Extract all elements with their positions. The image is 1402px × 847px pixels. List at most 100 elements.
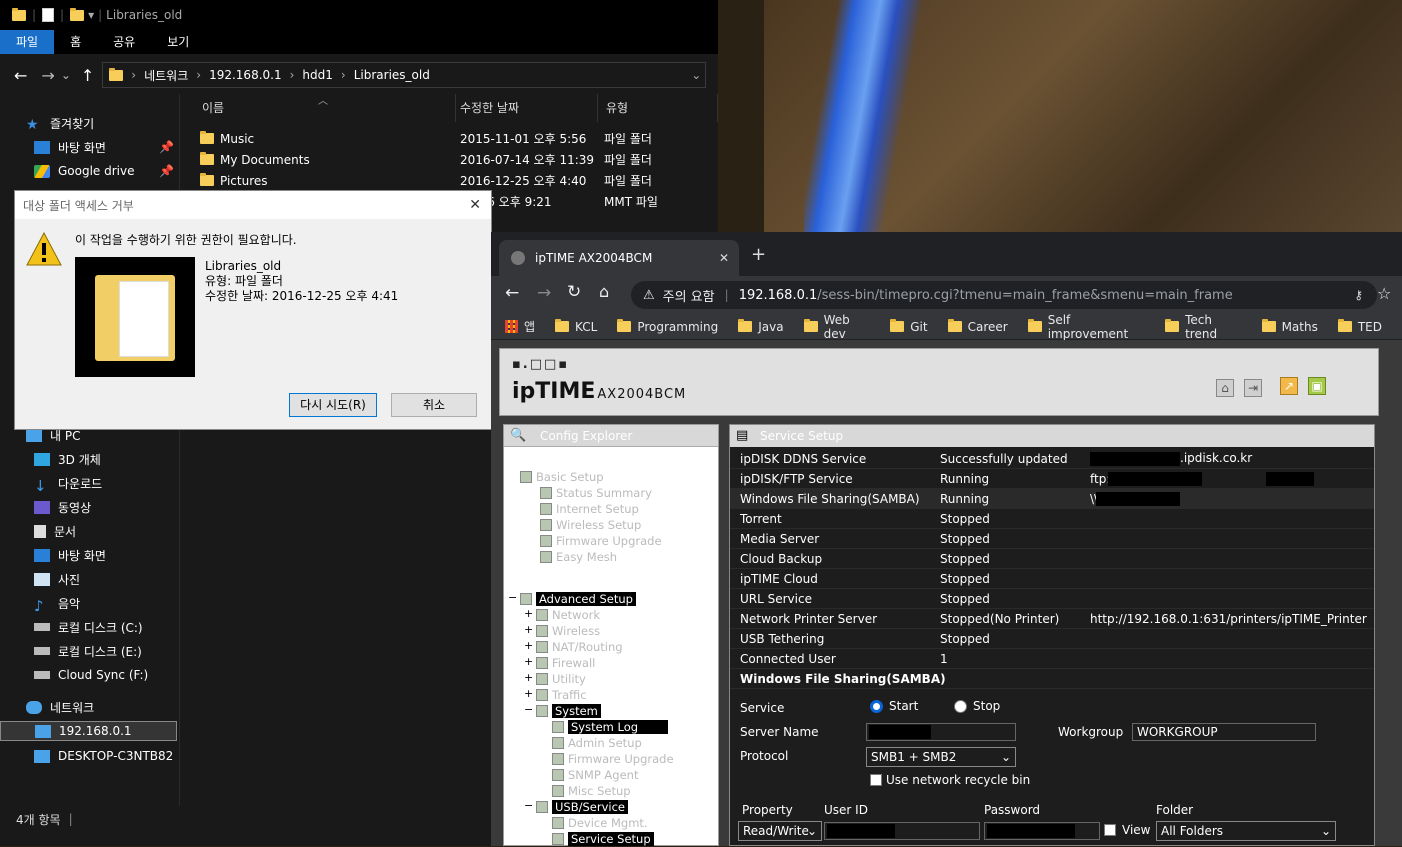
properties-icon[interactable] [42,8,55,22]
tree-system-log[interactable]: System Log [552,719,668,735]
folder-select[interactable]: All Folders ⌄ [1156,821,1336,841]
workgroup-input[interactable]: WORKGROUP [1132,723,1316,741]
collapse-icon[interactable]: − [524,703,533,716]
bookmark-star-icon[interactable]: ☆ [1377,284,1391,303]
recent-chevron-icon[interactable]: ⌄ [61,68,71,82]
bookmark-folder[interactable]: Web dev [803,313,871,341]
tab-file[interactable]: 파일 [0,30,55,54]
nav-pinned-desktop[interactable]: 바탕 화면 📌 [34,136,180,158]
password-input[interactable] [984,822,1100,840]
external-link-icon[interactable]: ↗ [1280,377,1298,395]
nav-pinned-google-drive[interactable]: Google drive 📌 [34,160,180,182]
tree-easy-mesh[interactable]: Easy Mesh [540,549,617,565]
protocol-select[interactable]: SMB1 + SMB2 ⌄ [866,747,1016,767]
nav-network[interactable]: 네트워크 [26,696,180,718]
tree-utility[interactable]: Utility [536,671,586,687]
tab-close-icon[interactable]: ✕ [719,251,729,265]
nav-3d-objects[interactable]: 3D 개체 [34,448,180,470]
tree-wireless-setup[interactable]: Wireless Setup [540,517,641,533]
nav-drive-c[interactable]: 로컬 디스크 (C:) [34,616,180,638]
tree-traffic[interactable]: Traffic [536,687,587,703]
security-warning[interactable]: 주의 요함 [663,286,715,305]
bookmark-folder[interactable]: Java [738,319,784,334]
nav-videos[interactable]: 동영상 [34,496,180,518]
home-icon[interactable]: ⌂ [599,282,609,301]
tree-snmp-agent[interactable]: SNMP Agent [552,767,638,783]
tree-system[interactable]: System [536,703,601,719]
breadcrumb[interactable]: › 네트워크 › 192.168.0.1 › hdd1 › Libraries_… [102,62,707,88]
tree-internet-setup[interactable]: Internet Setup [540,501,639,517]
nav-host-desktop[interactable]: DESKTOP-C3NTB82 [34,745,180,767]
bookmark-apps[interactable]: 앱 [505,318,535,335]
browser-tab[interactable]: ipTIME AX2004BCM ✕ [499,240,739,276]
tree-status-summary[interactable]: Status Summary [540,485,652,501]
nav-pictures[interactable]: 사진 [34,568,180,590]
back-arrow-icon[interactable]: ← [14,66,27,85]
tree-service-setup[interactable]: Service Setup [552,831,654,847]
collapse-icon[interactable]: − [524,799,533,812]
tree-usb-service[interactable]: USB/Service [536,799,628,815]
back-icon[interactable]: ← [505,283,519,303]
tree-basic-setup[interactable]: Basic Setup [520,469,604,485]
url-bar[interactable]: ⚠ 주의 요함 | 192.168.0.1 /sess-bin/timepro.… [631,281,1377,309]
bookmark-folder[interactable]: KCL [555,319,597,334]
tree-network[interactable]: Network [536,607,600,623]
bookmark-folder[interactable]: Programming [617,319,718,334]
tab-view[interactable]: 보기 [151,30,205,54]
nav-downloads[interactable]: ↓ 다운로드 [34,472,180,495]
crumb-hdd1[interactable]: hdd1 [302,68,332,82]
address-dropdown-icon[interactable]: ⌄ [691,68,701,82]
expand-icon[interactable]: + [524,655,533,668]
up-arrow-icon[interactable]: ↑ [81,66,94,85]
tree-misc-setup[interactable]: Misc Setup [552,783,631,799]
service-start-radio[interactable]: Start [870,699,918,713]
property-select[interactable]: Read/Write ⌄ [738,821,822,841]
crumb-network[interactable]: 네트워크 [144,67,188,84]
tree-advanced-setup[interactable]: Advanced Setup [520,591,636,607]
nav-cloud-sync[interactable]: Cloud Sync (F:) [34,664,180,686]
column-type[interactable]: 유형 [598,94,718,122]
nav-host-192-168-0-1[interactable]: 192.168.0.1 [0,721,177,741]
cancel-button[interactable]: 취소 [391,393,477,417]
expand-icon[interactable]: + [524,623,533,636]
tab-share[interactable]: 공유 [97,30,151,54]
bookmark-folder[interactable]: Tech trend [1165,313,1241,341]
bookmark-folder[interactable]: Career [947,319,1008,334]
bookmark-folder[interactable]: TED [1337,319,1382,334]
tree-device-mgmt[interactable]: Device Mgmt. [552,815,648,831]
file-row[interactable]: Music 2015-11-01 오후 5:56 파일 폴더 [200,128,652,149]
nav-music[interactable]: ♪ 음악 [34,592,180,615]
view-password-checkbox[interactable]: View [1104,823,1150,837]
key-icon[interactable]: ⚷ [1354,288,1363,302]
tab-home[interactable]: 홈 [54,30,97,54]
logout-icon[interactable]: ⇥ [1244,379,1262,397]
crumb-libraries-old[interactable]: Libraries_old [354,68,430,82]
bookmark-folder[interactable]: Git [890,319,928,334]
server-name-input[interactable] [866,723,1016,741]
bookmark-folder[interactable]: Self improvement [1027,313,1145,341]
nav-desktop[interactable]: 바탕 화면 [34,544,180,566]
expand-icon[interactable]: + [524,687,533,700]
tree-firewall[interactable]: Firewall [536,655,595,671]
home-icon[interactable]: ⌂ [1216,379,1234,397]
crumb-host[interactable]: 192.168.0.1 [209,68,282,82]
new-folder-icon[interactable] [70,7,85,21]
tree-firmware-upgrade[interactable]: Firmware Upgrade [540,533,662,549]
retry-button[interactable]: 다시 시도(R) [289,393,377,417]
service-stop-radio[interactable]: Stop [954,699,1000,713]
column-date[interactable]: 수정한 날짜 [452,94,598,122]
nav-drive-e[interactable]: 로컬 디스크 (E:) [34,640,180,662]
expand-icon[interactable]: + [524,607,533,620]
chevron-down-icon[interactable]: ▾ [88,8,94,22]
tree-admin-setup[interactable]: Admin Setup [552,735,642,751]
expand-icon[interactable]: + [524,639,533,652]
nav-documents[interactable]: 문서 [34,520,180,542]
file-row[interactable]: Pictures 2016-12-25 오후 4:40 파일 폴더 [200,170,652,191]
close-icon[interactable]: ✕ [469,197,481,213]
reload-icon[interactable]: ↻ [567,282,581,302]
tree-nat-routing[interactable]: NAT/Routing [536,639,623,655]
tree-wireless[interactable]: Wireless [536,623,600,639]
file-row[interactable]: My Documents 2016-07-14 오후 11:39 파일 폴더 [200,149,652,170]
tree-firmware-upgrade-2[interactable]: Firmware Upgrade [552,751,674,767]
recycle-bin-checkbox[interactable]: Use network recycle bin [870,773,1030,787]
